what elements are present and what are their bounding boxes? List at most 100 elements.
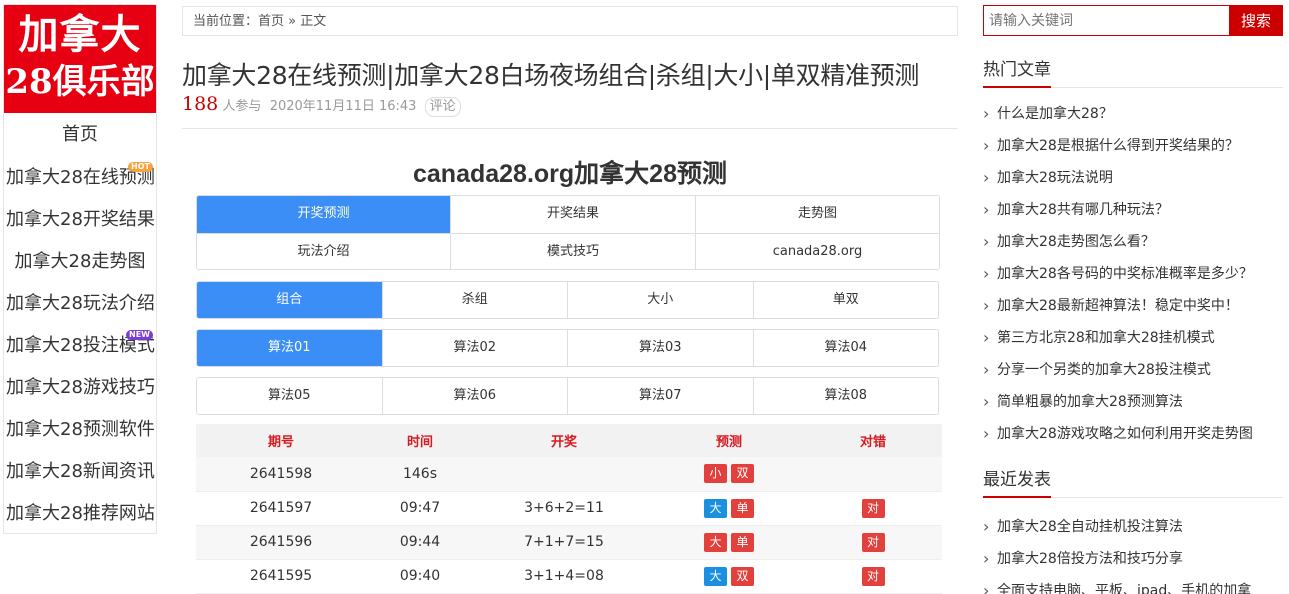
list-item[interactable]: 加拿大28游戏攻略之如何利用开奖走势图 xyxy=(983,418,1283,450)
tab-row-1: 开奖预测 开奖结果 走势图 xyxy=(196,195,940,233)
hot-articles-title: 热门文章 xyxy=(983,56,1051,88)
cell-time: 146s xyxy=(366,457,474,492)
cell-check: 对 xyxy=(804,559,942,594)
nav-item-software[interactable]: 加拿大28预测软件 xyxy=(4,409,156,451)
view-count-suffix: 人参与 xyxy=(222,99,262,114)
col-issue: 期号 xyxy=(196,424,366,457)
cell-issue: 2641596 xyxy=(196,525,366,560)
algo-08[interactable]: 算法08 xyxy=(752,378,938,414)
list-item[interactable]: 加拿大28是根据什么得到开奖结果的？ xyxy=(983,130,1283,162)
col-time: 时间 xyxy=(366,424,474,457)
logo-line1: 加拿大 xyxy=(18,11,142,58)
logo-line2: 28俱乐部 xyxy=(5,62,155,102)
list-item[interactable]: 加拿大28各号码的中奖标准概率是多少？ xyxy=(983,258,1283,290)
predict-tag: 单 xyxy=(731,532,754,552)
tab-results[interactable]: 开奖结果 xyxy=(450,196,695,233)
algo-01[interactable]: 算法01 xyxy=(197,330,382,366)
nav-item-bet-mode[interactable]: 加拿大28投注模式 NEW xyxy=(4,325,156,367)
left-sidebar: 加拿大 28俱乐部 首页 加拿大28在线预测 HOT 加拿大28开奖结果 加拿大2… xyxy=(3,4,157,534)
nav-item-sites[interactable]: 加拿大28推荐网站 xyxy=(4,493,156,535)
algo-02[interactable]: 算法02 xyxy=(381,330,567,366)
nav-item-label: 加拿大28预测软件 xyxy=(6,419,155,440)
algo-06[interactable]: 算法06 xyxy=(381,378,567,414)
breadcrumb-separator: » xyxy=(288,14,297,29)
list-item[interactable]: 加拿大28走势图怎么看？ xyxy=(983,226,1283,258)
cell-check: 对 xyxy=(804,491,942,526)
list-item[interactable]: 分享一个另类的加拿大28投注模式 xyxy=(983,354,1283,386)
cell-predict: 大单 xyxy=(654,491,804,526)
recent-posts-list: 加拿大28全自动挂机投注算法 加拿大28倍投方法和技巧分享 全面支持电脑、平板、… xyxy=(983,511,1283,594)
hot-articles-heading: 热门文章 xyxy=(983,56,1283,88)
breadcrumb-current: 正文 xyxy=(300,14,327,29)
col-check: 对错 xyxy=(804,424,942,457)
breadcrumb: 当前位置：首页 » 正文 xyxy=(182,6,958,36)
algo-05[interactable]: 算法05 xyxy=(197,378,382,414)
search-button[interactable]: 搜索 xyxy=(1229,5,1283,36)
algo-03[interactable]: 算法03 xyxy=(567,330,753,366)
view-count: 188 xyxy=(182,93,219,115)
list-item[interactable]: 加拿大28倍投方法和技巧分享 xyxy=(983,543,1283,575)
search-input[interactable] xyxy=(983,5,1230,36)
algo-04[interactable]: 算法04 xyxy=(752,330,938,366)
cell-result: 3+6+2=11 xyxy=(474,491,654,526)
site-logo[interactable]: 加拿大 28俱乐部 xyxy=(4,5,156,113)
nav-item-label: 加拿大28玩法介绍 xyxy=(6,293,155,314)
nav-item-online-predict[interactable]: 加拿大28在线预测 HOT xyxy=(4,157,156,199)
cell-issue: 2641595 xyxy=(196,559,366,594)
article-meta: 188 人参与 2020年11月11日 16:43 评论 xyxy=(182,93,461,117)
cell-predict: 大双 xyxy=(654,559,804,594)
cell-result xyxy=(474,457,654,492)
table-row: 2641596 09:44 7+1+7=15 大单 对 xyxy=(196,525,942,560)
nav-item-news[interactable]: 加拿大28新闻资讯 xyxy=(4,451,156,493)
nav-item-home[interactable]: 首页 xyxy=(4,113,156,157)
nav-item-label: 首页 xyxy=(62,124,98,145)
page-title: 加拿大28在线预测|加拿大28白场夜场组合|杀组|大小|单双精准预测 xyxy=(182,61,920,90)
cell-time: 09:44 xyxy=(366,525,474,560)
cell-result: 7+1+7=15 xyxy=(474,525,654,560)
nav-item-rules[interactable]: 加拿大28玩法介绍 xyxy=(4,283,156,325)
breadcrumb-home-link[interactable]: 首页 xyxy=(258,14,284,29)
search-box: 搜索 xyxy=(983,5,1283,36)
algo-07[interactable]: 算法07 xyxy=(567,378,753,414)
widget-title: canada28.org加拿大28预测 xyxy=(413,160,727,188)
list-item[interactable]: 简单粗暴的加拿大28预测算法 xyxy=(983,386,1283,418)
predict-tag: 大 xyxy=(704,566,727,586)
tab-predict[interactable]: 开奖预测 xyxy=(197,196,450,233)
predict-tag: 双 xyxy=(731,464,754,484)
nav-item-results[interactable]: 加拿大28开奖结果 xyxy=(4,199,156,241)
cell-check: 对 xyxy=(804,525,942,560)
table-row: 2641597 09:47 3+6+2=11 大单 对 xyxy=(196,491,942,526)
type-kill[interactable]: 杀组 xyxy=(381,282,567,318)
cell-time: 09:40 xyxy=(366,559,474,594)
main-nav: 首页 加拿大28在线预测 HOT 加拿大28开奖结果 加拿大28走势图 加拿大28… xyxy=(4,113,156,535)
list-item[interactable]: 全面支持电脑、平板、ipad、手机的加拿 xyxy=(983,575,1283,594)
list-item[interactable]: 加拿大28最新超神算法！稳定中奖中！ xyxy=(983,290,1283,322)
tab-rules[interactable]: 玩法介绍 xyxy=(197,234,450,269)
nav-item-trend[interactable]: 加拿大28走势图 xyxy=(4,241,156,283)
tab-trend[interactable]: 走势图 xyxy=(695,196,939,233)
tab-tips[interactable]: 模式技巧 xyxy=(450,234,695,269)
divider xyxy=(182,128,958,129)
list-item[interactable]: 加拿大28共有哪几种玩法？ xyxy=(983,194,1283,226)
cell-check xyxy=(804,457,942,492)
nav-item-label: 加拿大28推荐网站 xyxy=(6,503,155,524)
publish-date: 2020年11月11日 16:43 xyxy=(269,99,417,114)
type-size[interactable]: 大小 xyxy=(567,282,753,318)
comment-link[interactable]: 评论 xyxy=(424,97,461,117)
nav-item-label: 加拿大28新闻资讯 xyxy=(6,461,155,482)
breadcrumb-prefix: 当前位置： xyxy=(193,14,259,29)
list-item[interactable]: 什么是加拿大28？ xyxy=(983,98,1283,130)
nav-item-label: 加拿大28开奖结果 xyxy=(6,209,155,230)
nav-item-tips[interactable]: 加拿大28游戏技巧 xyxy=(4,367,156,409)
type-odd-even[interactable]: 单双 xyxy=(752,282,938,318)
type-combo[interactable]: 组合 xyxy=(197,282,382,318)
table-header-row: 期号 时间 开奖 预测 对错 xyxy=(196,424,942,457)
list-item[interactable]: 加拿大28玩法说明 xyxy=(983,162,1283,194)
list-item[interactable]: 加拿大28全自动挂机投注算法 xyxy=(983,511,1283,543)
col-predict: 预测 xyxy=(654,424,804,457)
table-row: 2641595 09:40 3+1+4=08 大双 对 xyxy=(196,559,942,594)
tab-site[interactable]: canada28.org xyxy=(695,234,939,269)
list-item[interactable]: 第三方北京28和加拿大28挂机模式 xyxy=(983,322,1283,354)
new-badge: NEW xyxy=(126,330,153,340)
cell-predict: 大单 xyxy=(654,525,804,560)
